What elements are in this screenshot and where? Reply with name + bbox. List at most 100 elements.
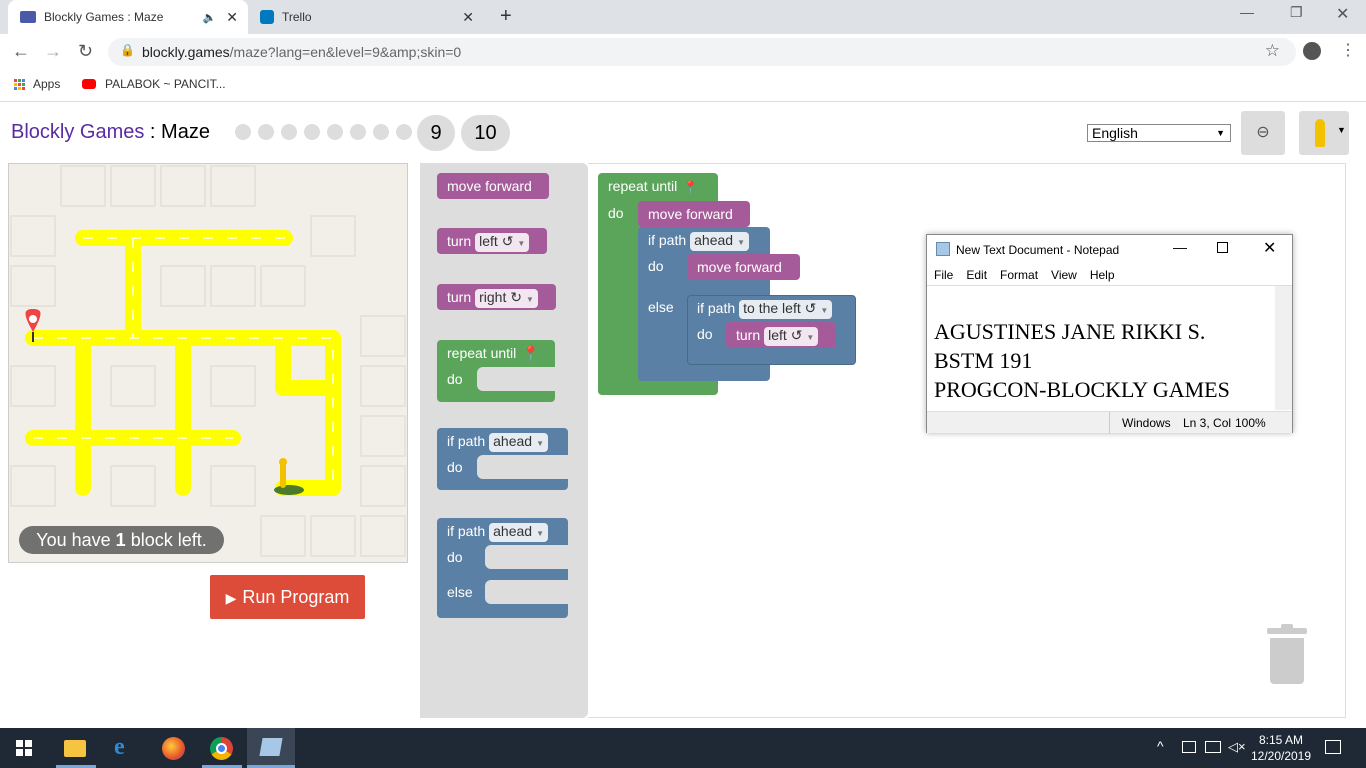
level-dot[interactable] xyxy=(281,124,297,140)
toolbox-turn-left-block[interactable]: turn left ↺ ▼ xyxy=(437,228,547,254)
url-path: /maze?lang=en&level=9&amp;skin=0 xyxy=(229,44,462,60)
close-tab-icon[interactable]: ✕ xyxy=(226,9,238,26)
chrome-icon[interactable] xyxy=(210,737,233,760)
goal-marker-icon: 📍 xyxy=(522,345,540,361)
level-next[interactable]: 10 xyxy=(461,115,510,151)
bookmark-apps[interactable]: Apps xyxy=(14,77,60,91)
close-tab-icon[interactable]: ✕ xyxy=(462,9,474,26)
level-dot[interactable] xyxy=(373,124,389,140)
block-label: if path xyxy=(697,300,736,316)
path-dropdown[interactable]: ahead ▼ xyxy=(690,232,749,251)
maze-area: You have 1 block left. xyxy=(8,163,408,563)
windows-start-icon[interactable] xyxy=(16,740,32,756)
do-label: do xyxy=(697,326,713,342)
dropdown-value: left ↺ xyxy=(479,233,514,249)
chevron-up-icon[interactable]: ^ xyxy=(1157,738,1164,754)
toolbox-repeat-until-block[interactable]: repeat until 📍 do xyxy=(437,340,555,402)
direction-dropdown[interactable]: left ↺ ▼ xyxy=(475,233,530,252)
path-dropdown[interactable]: ahead ▼ xyxy=(489,523,548,542)
level-current[interactable]: 9 xyxy=(417,115,455,151)
level-dot[interactable] xyxy=(396,124,412,140)
vertical-scrollbar[interactable] xyxy=(1275,286,1292,410)
speaker-icon[interactable]: 🔈 xyxy=(203,11,217,24)
clock[interactable]: 8:15 AM 12/20/2019 xyxy=(1250,732,1312,764)
toolbox-move-forward-block[interactable]: move forward xyxy=(437,173,549,199)
pegman-icon xyxy=(1315,119,1325,147)
volume-muted-icon[interactable]: ◁× xyxy=(1228,739,1246,755)
block-label: move forward xyxy=(697,259,782,275)
network-icon[interactable] xyxy=(1205,741,1221,753)
statement-slot xyxy=(477,367,555,391)
link-button[interactable]: ⊖ xyxy=(1241,111,1285,155)
chevron-down-icon: ▼ xyxy=(525,295,534,304)
toolbox-if-else-block[interactable]: if path ahead ▼ do else xyxy=(437,518,568,618)
direction-dropdown[interactable]: left ↺ ▼ xyxy=(764,327,819,346)
toolbox-turn-right-block[interactable]: turn right ↻ ▼ xyxy=(437,284,556,310)
chevron-down-icon: ▼ xyxy=(536,439,544,448)
edge-icon[interactable]: e xyxy=(114,734,125,761)
level-dot[interactable] xyxy=(235,124,251,140)
restore-window-icon[interactable]: ❐ xyxy=(1290,4,1303,21)
clock-time: 8:15 AM xyxy=(1258,733,1304,747)
file-explorer-icon[interactable] xyxy=(64,740,86,757)
minimize-window-icon[interactable]: — xyxy=(1173,239,1187,255)
bookmark-youtube[interactable]: PALABOK ~ PANCIT... xyxy=(82,77,226,91)
level-dot[interactable] xyxy=(304,124,320,140)
block-label: if path xyxy=(447,433,486,449)
tab-trello[interactable]: Trello ✕ xyxy=(252,0,488,34)
text-line: PROGCON-BLOCKLY GAMES xyxy=(934,377,1230,402)
chevron-down-icon: ▼ xyxy=(1216,128,1225,138)
trash-icon[interactable] xyxy=(1267,624,1307,684)
forward-icon[interactable]: → xyxy=(44,41,62,62)
run-program-button[interactable]: ▶ Run Program xyxy=(210,575,365,619)
workspace-move-forward-block[interactable]: move forward xyxy=(687,254,800,280)
level-dot[interactable] xyxy=(327,124,343,140)
back-icon[interactable]: ← xyxy=(12,41,30,62)
address-bar[interactable]: 🔒 blockly.games/maze?lang=en&level=9&amp… xyxy=(108,38,1296,66)
maze-path xyxy=(25,230,341,496)
menu-icon[interactable]: ⋮ xyxy=(1340,40,1356,60)
toolbox-if-path-block[interactable]: if path ahead ▼ do xyxy=(437,428,568,490)
block-label: move forward xyxy=(447,178,532,194)
block-label: turn xyxy=(447,233,472,249)
path-dropdown[interactable]: ahead ▼ xyxy=(489,433,548,452)
tab-blockly[interactable]: Blockly Games : Maze 🔈 ✕ xyxy=(8,0,248,34)
new-tab-icon[interactable]: + xyxy=(500,5,512,28)
tab-title: Blockly Games : Maze xyxy=(44,10,164,24)
star-icon[interactable]: ☆ xyxy=(1265,41,1280,61)
notepad-taskbar-button[interactable] xyxy=(247,728,295,768)
pegman-button[interactable]: ▼ xyxy=(1299,111,1349,155)
level-dot[interactable] xyxy=(350,124,366,140)
close-window-icon[interactable]: ✕ xyxy=(1336,4,1349,24)
run-program-label: Run Program xyxy=(242,587,350,607)
notepad-text-area[interactable]: AGUSTINES JANE RIKKI S. BSTM 191 PROGCON-B… xyxy=(927,285,1292,431)
reload-icon[interactable]: ↻ xyxy=(78,41,93,62)
workspace-move-forward-block[interactable]: move forward xyxy=(638,201,750,227)
menu-view[interactable]: View xyxy=(1051,268,1077,282)
notifications-icon[interactable] xyxy=(1325,740,1341,754)
level-dot[interactable] xyxy=(258,124,274,140)
do-label: do xyxy=(608,205,624,221)
url-host: blockly.games xyxy=(142,44,230,60)
firefox-icon[interactable] xyxy=(162,737,185,760)
chevron-down-icon: ▼ xyxy=(806,333,815,342)
menu-edit[interactable]: Edit xyxy=(966,268,987,282)
chevron-down-icon: ▼ xyxy=(1337,125,1346,135)
language-value: English xyxy=(1092,125,1138,141)
profile-icon[interactable] xyxy=(1303,42,1321,60)
close-window-icon[interactable]: ✕ xyxy=(1263,238,1276,258)
text-line: AGUSTINES JANE RIKKI S. xyxy=(934,319,1206,344)
status-prefix: You have xyxy=(36,530,116,550)
menu-file[interactable]: File xyxy=(934,268,953,282)
language-select[interactable]: English ▼ xyxy=(1087,124,1231,142)
menu-format[interactable]: Format xyxy=(1000,268,1038,282)
workspace-turn-left-block[interactable]: turn left ↺ ▼ xyxy=(726,322,836,348)
brand-link[interactable]: Blockly Games xyxy=(11,121,144,143)
minimize-window-icon[interactable]: — xyxy=(1240,4,1254,20)
security-icon[interactable] xyxy=(1182,741,1196,753)
path-dropdown[interactable]: to the left ↺ ▼ xyxy=(739,300,833,319)
direction-dropdown[interactable]: right ↻ ▼ xyxy=(475,289,538,308)
menu-help[interactable]: Help xyxy=(1090,268,1115,282)
maximize-window-icon[interactable] xyxy=(1217,242,1228,253)
status-position: Ln 3, Col xyxy=(1183,416,1232,430)
